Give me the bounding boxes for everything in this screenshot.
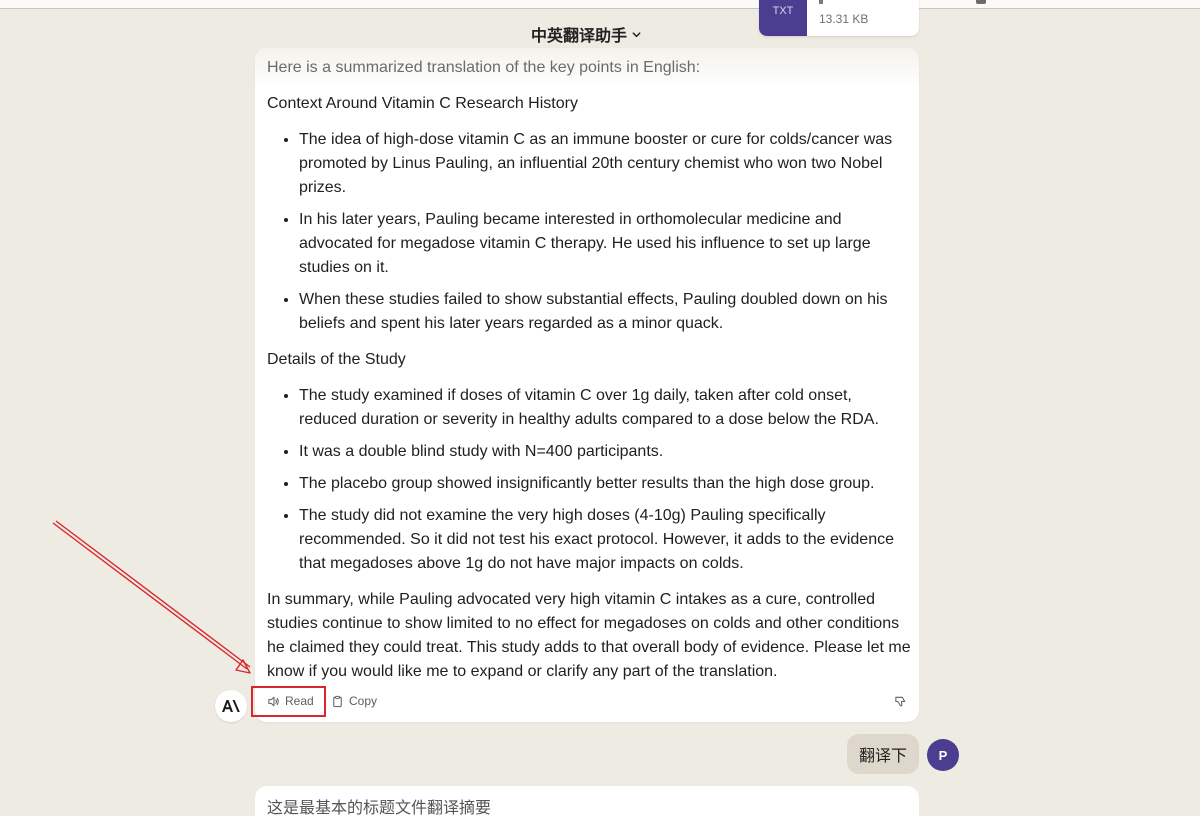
user-message-bubble: 翻译下 xyxy=(847,734,919,774)
file-size: 13.31 KB xyxy=(819,12,869,26)
file-name-fragment xyxy=(819,0,823,4)
list-item: The placebo group showed insignificantly… xyxy=(299,472,912,496)
section-heading-study: Details of the Study xyxy=(267,351,406,368)
copy-label: Copy xyxy=(349,694,378,708)
assistant-message-card: Here is a summarized translation of the … xyxy=(255,48,919,722)
section-list-study: The study examined if doses of vitamin C… xyxy=(267,384,912,576)
section-list-context: The idea of high-dose vitamin C as an im… xyxy=(267,128,912,336)
list-item: It was a double blind study with N=400 p… xyxy=(299,440,912,464)
thumbs-down-icon[interactable] xyxy=(894,695,907,708)
message-content: Here is a summarized translation of the … xyxy=(267,56,912,696)
chat-title-dropdown[interactable]: 中英翻译助手 xyxy=(531,22,642,46)
attachment-card[interactable]: TXT 13.31 KB xyxy=(759,0,919,36)
next-assistant-message-card: 这是最基本的标题文件翻译摘要 xyxy=(255,786,919,816)
list-item: The idea of high-dose vitamin C as an im… xyxy=(299,128,912,200)
clipboard-icon xyxy=(333,695,342,707)
file-type-badge: TXT xyxy=(759,0,807,36)
copy-button[interactable]: Copy xyxy=(331,692,377,710)
message-intro: Here is a summarized translation of the … xyxy=(267,59,701,76)
anthropic-logo-icon xyxy=(222,700,240,712)
chat-title-text: 中英翻译助手 xyxy=(531,28,628,45)
user-message-text: 翻译下 xyxy=(858,748,907,765)
section-heading-context: Context Around Vitamin C Research Histor… xyxy=(267,95,578,112)
list-item: When these studies failed to show substa… xyxy=(299,288,912,336)
list-item: The study did not examine the very high … xyxy=(299,504,912,576)
chevron-down-icon xyxy=(632,31,641,37)
next-message-preview: 这是最基本的标题文件翻译摘要 xyxy=(267,800,492,816)
browser-top-strip xyxy=(0,0,1200,9)
list-item: The study examined if doses of vitamin C… xyxy=(299,384,912,432)
list-item: In his later years, Pauling became inter… xyxy=(299,208,912,280)
assistant-avatar xyxy=(215,690,247,722)
scroll-indicator xyxy=(976,0,986,4)
annotation-highlight-box xyxy=(251,686,326,717)
user-avatar[interactable]: P xyxy=(927,739,959,771)
message-summary: In summary, while Pauling advocated very… xyxy=(267,591,911,680)
